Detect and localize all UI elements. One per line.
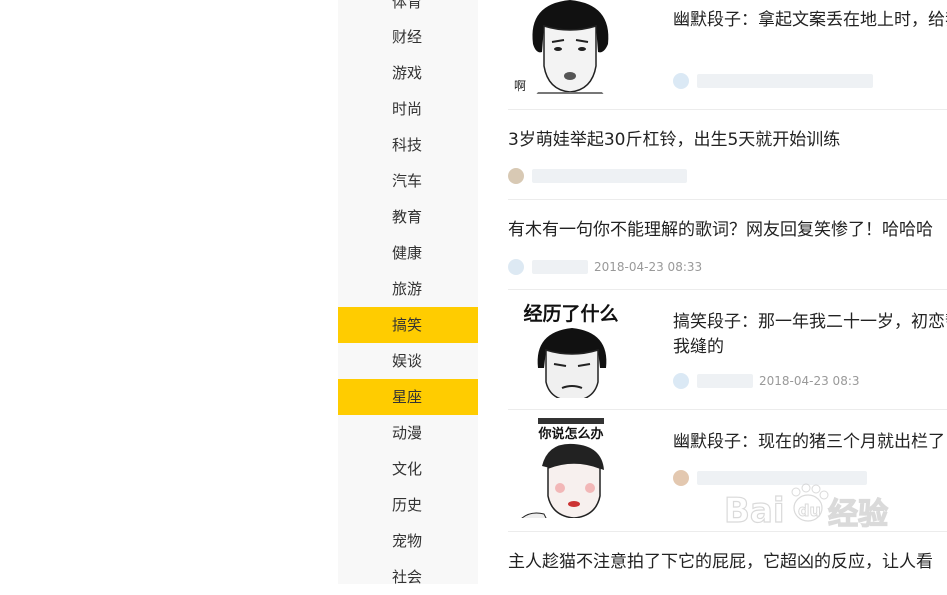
sidebar-item-culture[interactable]: 文化 <box>338 451 478 487</box>
sidebar-item-games[interactable]: 游戏 <box>338 55 478 91</box>
category-sidebar: 体育 财经 游戏 时尚 科技 汽车 教育 健康 旅游 搞笑 娱谈 星座 动漫 文… <box>338 0 478 586</box>
author-avatar <box>508 168 524 184</box>
article-meta <box>673 470 867 488</box>
article-card[interactable]: 主人趁猫不注意拍了下它的屁屁，它超凶的反应，让人看 <box>508 540 947 584</box>
author-avatar <box>673 373 689 389</box>
sidebar-item-auto[interactable]: 汽车 <box>338 163 478 199</box>
meme-face-icon: 啊 <box>508 0 634 94</box>
meme-face-icon: 你说怎么办 <box>508 418 634 518</box>
article-title[interactable]: 有木有一句你不能理解的歌词？网友回复笑惨了！哈哈哈 <box>508 218 933 243</box>
article-title[interactable]: 3岁萌娃举起30斤杠铃，出生5天就开始训练 <box>508 128 840 153</box>
article-card[interactable]: 3岁萌娃举起30斤杠铃，出生5天就开始训练 <box>508 118 947 198</box>
article-meta <box>508 168 687 186</box>
sidebar-item-history[interactable]: 历史 <box>338 487 478 523</box>
article-card[interactable]: 你说怎么办 幽默段子：现在的猪三个月就出栏了 <box>508 418 947 530</box>
author-name-blurred <box>697 471 867 485</box>
author-avatar <box>673 73 689 89</box>
article-card[interactable]: 有木有一句你不能理解的歌词？网友回复笑惨了！哈哈哈 2018-04-23 08:… <box>508 208 947 288</box>
divider <box>508 109 947 110</box>
divider <box>508 289 947 290</box>
author-name-blurred <box>697 374 753 388</box>
sidebar-item-horoscope[interactable]: 星座 <box>338 379 478 415</box>
sidebar-item-health[interactable]: 健康 <box>338 235 478 271</box>
sidebar-item-pets[interactable]: 宠物 <box>338 523 478 559</box>
thumb-caption: 你说怎么办 <box>537 426 603 442</box>
sidebar-item-travel[interactable]: 旅游 <box>338 271 478 307</box>
article-meta: 2018-04-23 08:33 <box>508 259 702 277</box>
author-name-blurred <box>532 169 687 183</box>
sidebar-item-funny[interactable]: 搞笑 <box>338 307 478 343</box>
publish-time: 2018-04-23 08:3 <box>759 374 860 388</box>
article-title[interactable]: 主人趁猫不注意拍了下它的屁屁，它超凶的反应，让人看 <box>508 550 933 575</box>
article-card[interactable]: 经历了什么 搞笑段子：那一年我二十一岁，初恋帮我缝的 2018-04-23 08… <box>508 298 947 408</box>
author-name-blurred <box>532 260 588 274</box>
article-feed: 啊 幽默段子：拿起文案丢在地上时，给我 3岁萌娃举起30斤杠铃，出生5天就开始训… <box>478 0 947 584</box>
sidebar-item-finance[interactable]: 财经 <box>338 19 478 55</box>
author-name-blurred <box>697 74 873 88</box>
sidebar-item-tech[interactable]: 科技 <box>338 127 478 163</box>
sidebar-item-entertainment[interactable]: 娱谈 <box>338 343 478 379</box>
sidebar-item-education[interactable]: 教育 <box>338 199 478 235</box>
article-meta <box>673 73 873 91</box>
article-title[interactable]: 幽默段子：拿起文案丢在地上时，给我 <box>673 8 947 33</box>
author-avatar <box>673 470 689 486</box>
article-title[interactable]: 搞笑段子：那一年我二十一岁，初恋帮我缝的 <box>673 310 947 360</box>
author-avatar <box>508 259 524 275</box>
meme-face-icon: 经历了什么 <box>508 298 634 398</box>
sidebar-item-sports[interactable]: 体育 <box>338 0 478 20</box>
sidebar-item-anime[interactable]: 动漫 <box>338 415 478 451</box>
divider <box>508 199 947 200</box>
article-meta: 2018-04-23 08:3 <box>673 373 860 391</box>
sidebar-item-society[interactable]: 社会 <box>338 559 478 595</box>
divider <box>508 531 947 532</box>
divider <box>508 409 947 410</box>
publish-time: 2018-04-23 08:33 <box>594 260 703 274</box>
article-card[interactable]: 啊 幽默段子：拿起文案丢在地上时，给我 <box>508 0 947 108</box>
svg-text:啊: 啊 <box>514 79 526 93</box>
sidebar-item-fashion[interactable]: 时尚 <box>338 91 478 127</box>
article-title[interactable]: 幽默段子：现在的猪三个月就出栏了 <box>673 430 945 455</box>
thumb-caption: 经历了什么 <box>523 302 618 325</box>
